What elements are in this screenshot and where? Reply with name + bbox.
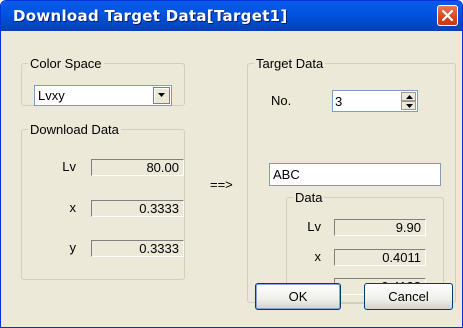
dialog-title: Download Target Data[Target1] bbox=[13, 7, 288, 25]
dropdown-button[interactable] bbox=[153, 87, 170, 104]
target-lv-value: 9.90 bbox=[334, 219, 426, 236]
ok-button[interactable]: OK bbox=[255, 283, 341, 310]
target-x-label: x bbox=[314, 249, 322, 264]
chevron-down-icon bbox=[406, 104, 413, 108]
color-space-select[interactable]: Lvxy bbox=[34, 85, 172, 106]
close-icon bbox=[442, 10, 453, 21]
target-no-input[interactable] bbox=[335, 93, 395, 109]
data-legend: Data bbox=[295, 190, 323, 205]
spin-up-button[interactable] bbox=[401, 92, 416, 101]
color-space-value: Lvxy bbox=[38, 88, 65, 103]
target-lv-label: Lv bbox=[307, 219, 321, 234]
target-data-group: Target Data No. Data Lv 9.90 x bbox=[247, 56, 456, 304]
dialog-window: Download Target Data[Target1] Color Spac… bbox=[0, 0, 463, 328]
dialog-body: Color Space Lvxy Download Data Lv 80.00 … bbox=[1, 31, 462, 327]
target-x-value: 0.4011 bbox=[334, 249, 426, 266]
download-y-label: y bbox=[69, 240, 77, 255]
target-name-input[interactable] bbox=[269, 163, 441, 186]
target-data-legend: Target Data bbox=[256, 56, 324, 71]
spinner-buttons bbox=[401, 92, 416, 110]
download-x-value: 0.3333 bbox=[91, 200, 184, 217]
transfer-arrow-text: ==> bbox=[210, 177, 233, 192]
download-x-label: x bbox=[69, 200, 77, 215]
download-lv-value: 80.00 bbox=[91, 159, 184, 176]
download-data-group: Download Data Lv 80.00 x 0.3333 y 0.3333 bbox=[21, 122, 185, 280]
spin-down-button[interactable] bbox=[401, 101, 416, 110]
close-button[interactable] bbox=[437, 5, 458, 26]
cancel-button[interactable]: Cancel bbox=[364, 283, 453, 310]
download-lv-label: Lv bbox=[62, 159, 76, 174]
chevron-down-icon bbox=[158, 93, 165, 97]
color-space-group: Color Space Lvxy bbox=[21, 56, 185, 106]
target-no-label: No. bbox=[271, 93, 292, 108]
download-y-value: 0.3333 bbox=[91, 240, 184, 257]
title-bar[interactable]: Download Target Data[Target1] bbox=[1, 1, 462, 31]
download-data-legend: Download Data bbox=[30, 122, 119, 137]
color-space-legend: Color Space bbox=[30, 56, 102, 71]
target-no-spinner[interactable] bbox=[332, 90, 418, 112]
chevron-up-icon bbox=[406, 95, 413, 99]
